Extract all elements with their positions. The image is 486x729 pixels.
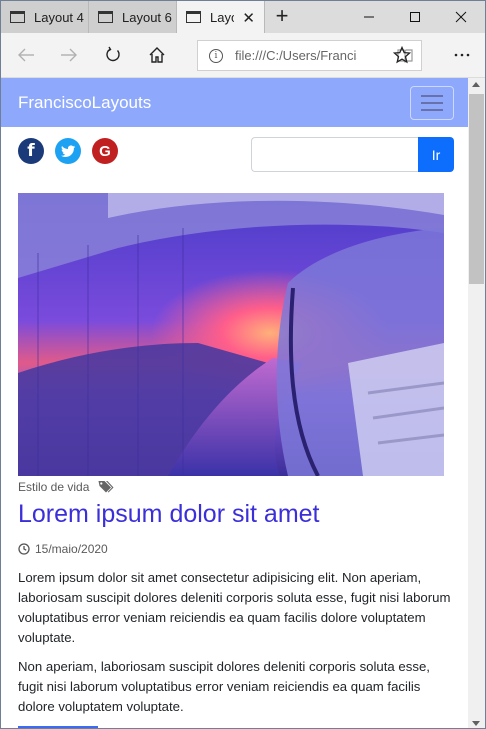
hamburger-line — [421, 95, 443, 97]
scrollbar-thumb[interactable] — [469, 94, 484, 284]
tab-title: Layout 6 — [122, 9, 172, 25]
page-icon — [98, 11, 113, 23]
post-paragraph-1: Lorem ipsum dolor sit amet consectetur a… — [18, 570, 451, 645]
new-tab-button[interactable]: + — [269, 5, 295, 29]
address-url[interactable]: file:///C:/Users/Francisco/Desktop — [235, 48, 357, 63]
search-button[interactable]: Ir — [418, 137, 454, 172]
close-icon — [455, 11, 467, 23]
tab-layout-active[interactable]: Layout ✕ — [177, 1, 265, 33]
page-viewport: FranciscoLayouts f G Ir Estilo de vida L… — [1, 78, 468, 728]
scroll-down-icon[interactable] — [472, 721, 480, 726]
minimize-button[interactable] — [346, 1, 392, 33]
forward-arrow-icon — [61, 48, 77, 62]
minimize-icon — [364, 16, 374, 18]
tab-layout-4[interactable]: Layout 4 — [1, 1, 89, 33]
browser-toolbar: i file:///C:/Users/Francisco/Desktop — [1, 33, 485, 78]
post-category: Estilo de vida — [18, 480, 114, 494]
refresh-button[interactable] — [98, 40, 128, 70]
maximize-icon — [410, 12, 420, 22]
favorite-star-icon — [393, 46, 411, 64]
facebook-icon[interactable]: f — [18, 138, 44, 164]
menu-toggle-button[interactable] — [410, 86, 454, 120]
close-window-button[interactable] — [438, 1, 484, 33]
google-icon[interactable]: G — [92, 138, 118, 164]
hamburger-line — [421, 102, 443, 104]
vertical-scrollbar[interactable] — [468, 78, 485, 728]
social-links: f G — [18, 138, 118, 164]
favorite-button[interactable] — [387, 40, 417, 70]
site-brand[interactable]: FranciscoLayouts — [18, 93, 151, 113]
post-title[interactable]: Lorem ipsum dolor sit amet — [18, 500, 320, 529]
clock-icon — [18, 543, 30, 555]
more-icon — [454, 53, 470, 57]
close-tab-icon[interactable]: ✕ — [242, 9, 255, 27]
tab-title: Layout — [210, 9, 234, 25]
hamburger-line — [421, 109, 443, 111]
site-navbar: FranciscoLayouts — [1, 78, 468, 127]
more-button[interactable] — [447, 40, 477, 70]
page-icon — [10, 11, 25, 23]
twitter-icon[interactable] — [55, 138, 81, 164]
date-text: 15/maio/2020 — [35, 542, 108, 556]
search-input[interactable] — [251, 137, 418, 172]
tab-strip: Layout 4 Layout 6 Layout ✕ + — [1, 1, 485, 33]
tab-title: Layout 4 — [34, 9, 84, 25]
forward-button[interactable] — [54, 40, 84, 70]
back-arrow-icon — [18, 48, 34, 62]
category-label[interactable]: Estilo de vida — [18, 480, 89, 494]
tags-icon — [98, 481, 114, 493]
browser-window: Layout 4 Layout 6 Layout ✕ + — [0, 0, 486, 729]
post-date: 15/maio/2020 — [18, 542, 108, 556]
post-hero-image — [18, 193, 444, 476]
home-icon — [149, 47, 165, 63]
maximize-button[interactable] — [392, 1, 438, 33]
info-icon[interactable]: i — [209, 48, 223, 63]
back-button[interactable] — [11, 40, 41, 70]
tab-layout-6[interactable]: Layout 6 — [89, 1, 177, 33]
post-paragraph-2: Non aperiam, laboriosam suscipit dolores… — [18, 659, 430, 714]
home-button[interactable] — [142, 40, 172, 70]
scroll-up-icon[interactable] — [472, 82, 480, 87]
search-form: Ir — [251, 137, 454, 172]
refresh-icon — [106, 46, 120, 62]
page-icon — [186, 11, 201, 23]
